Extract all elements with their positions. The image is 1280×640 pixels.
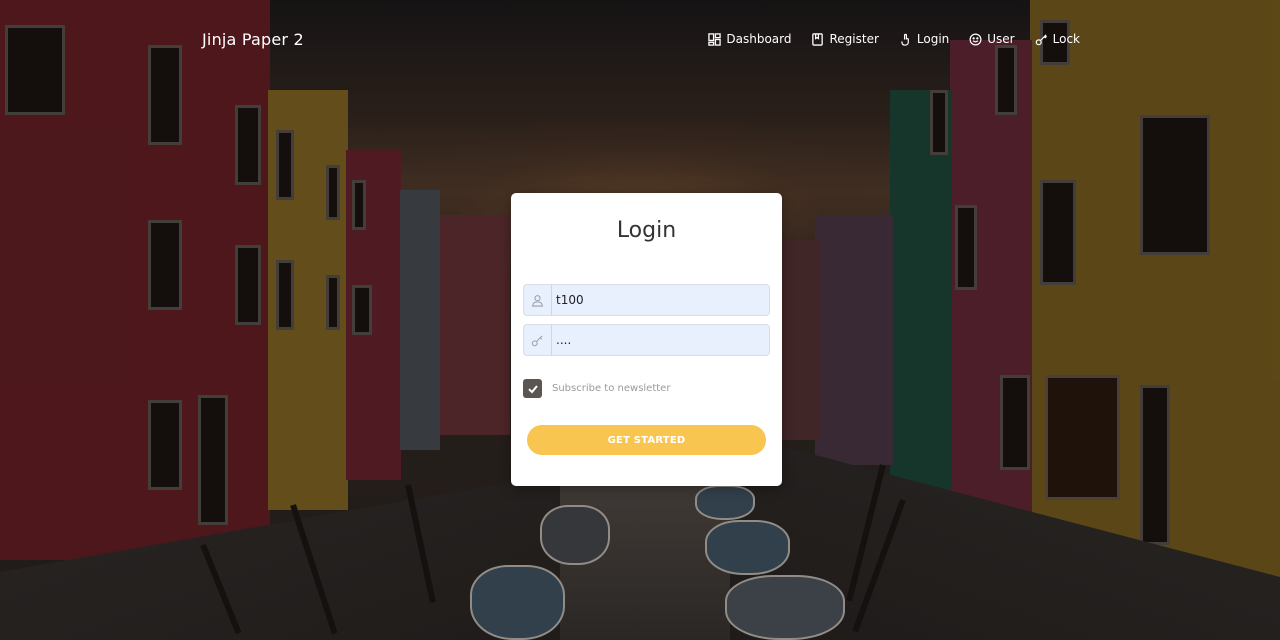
user-icon: [524, 285, 552, 315]
nav-item-login[interactable]: Login: [899, 32, 949, 46]
subscribe-checkbox[interactable]: [523, 379, 542, 398]
subscribe-row: Subscribe to newsletter: [523, 379, 670, 398]
dashboard-icon: [708, 32, 722, 46]
key-icon: [524, 325, 552, 355]
top-nav: Dashboard Register Login User Lock: [708, 32, 1080, 46]
nav-item-dashboard[interactable]: Dashboard: [708, 32, 791, 46]
username-field[interactable]: [523, 284, 770, 316]
nav-item-register[interactable]: Register: [811, 32, 879, 46]
tap-icon: [901, 33, 909, 46]
subscribe-label: Subscribe to newsletter: [552, 383, 671, 394]
smiley-icon: [969, 33, 982, 45]
nav-item-lock[interactable]: Lock: [1035, 32, 1080, 46]
nav-label: Register: [829, 32, 879, 46]
check-icon: [527, 384, 538, 393]
nav-label: Lock: [1052, 32, 1080, 46]
nav-label: Login: [916, 32, 950, 46]
nav-label: User: [987, 32, 1015, 46]
book-icon: [812, 32, 824, 46]
nav-item-user[interactable]: User: [969, 32, 1015, 46]
password-input[interactable]: [552, 326, 769, 354]
get-started-button[interactable]: GET STARTED: [527, 425, 766, 455]
key-icon: [1035, 33, 1047, 45]
nav-label: Dashboard: [726, 32, 792, 46]
login-title: Login: [616, 218, 677, 243]
username-input[interactable]: [552, 286, 769, 314]
brand-title[interactable]: Jinja Paper 2: [202, 30, 304, 49]
password-field[interactable]: [523, 324, 770, 356]
